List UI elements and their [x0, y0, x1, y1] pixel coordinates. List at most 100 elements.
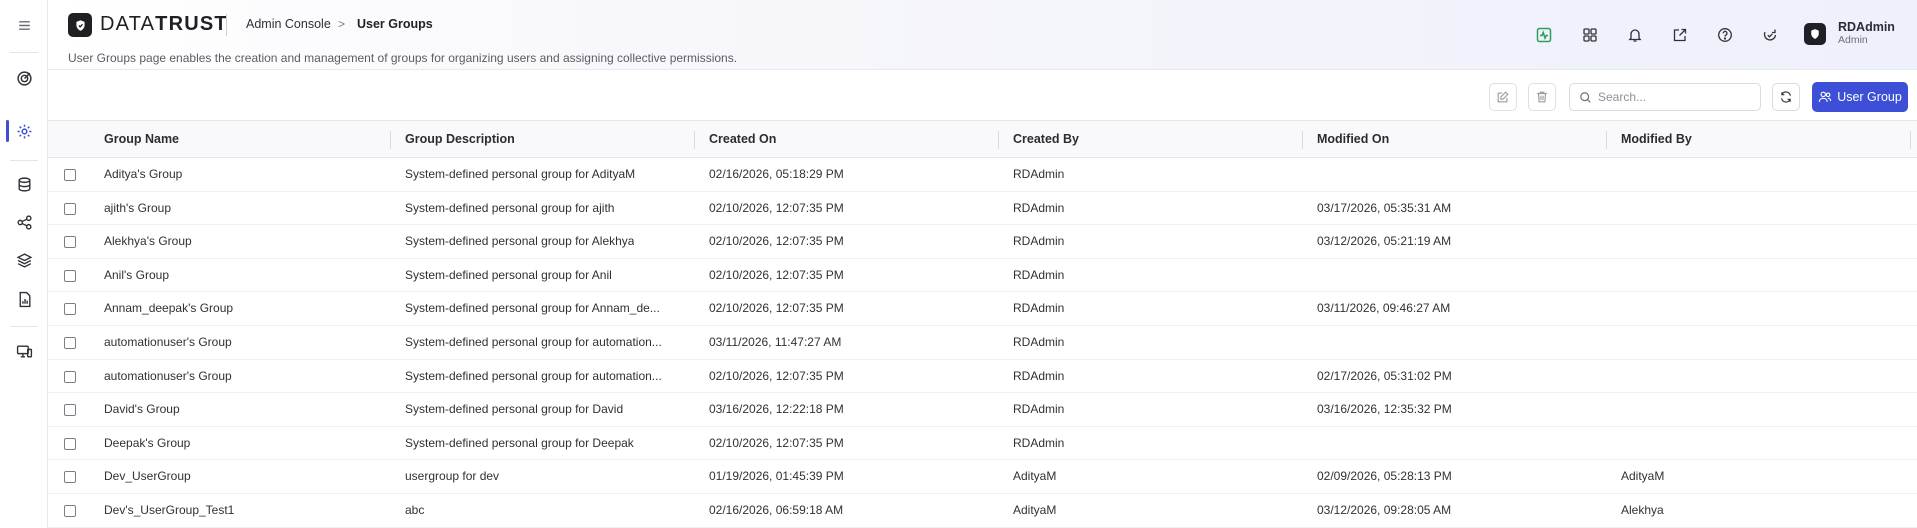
column-resize-handle[interactable]	[1606, 131, 1607, 149]
table-cell: System-defined personal group for Deepak	[405, 435, 634, 450]
table-cell: 02/16/2026, 06:59:18 AM	[709, 502, 844, 517]
row-checkbox[interactable]	[64, 336, 76, 349]
row-checkbox[interactable]	[64, 169, 76, 181]
sidebar-divider	[10, 160, 38, 161]
table-row[interactable]: automationuser's Group System-defined per…	[48, 326, 1917, 360]
column-resize-handle[interactable]	[998, 131, 999, 149]
table-cell: 02/17/2026, 05:31:02 PM	[1317, 368, 1452, 383]
column-header[interactable]: Created On	[709, 121, 776, 158]
table-cell: automationuser's Group	[104, 334, 232, 349]
row-checkbox[interactable]	[64, 437, 76, 450]
table-row[interactable]: automationuser's Group System-defined per…	[48, 360, 1917, 394]
column-header[interactable]: Created By	[1013, 121, 1079, 158]
row-checkbox[interactable]	[64, 504, 76, 517]
table-cell: abc	[405, 502, 425, 517]
column-header[interactable]: Modified By	[1621, 121, 1692, 158]
table-cell: Alekhya	[1621, 502, 1664, 517]
active-indicator	[6, 120, 9, 142]
help-icon[interactable]	[1715, 25, 1735, 45]
user-name[interactable]: RDAdmin	[1838, 20, 1895, 34]
row-checkbox[interactable]	[64, 303, 76, 316]
row-checkbox[interactable]	[64, 404, 76, 417]
column-header[interactable]: Modified On	[1317, 121, 1389, 158]
activity-icon[interactable]	[1534, 25, 1554, 45]
target-icon[interactable]	[10, 64, 38, 92]
apps-grid-icon[interactable]	[1580, 25, 1600, 45]
table-cell: 02/10/2026, 12:07:35 PM	[709, 234, 844, 249]
row-checkbox[interactable]	[64, 202, 76, 215]
table-cell: 02/10/2026, 12:07:35 PM	[709, 267, 844, 282]
column-resize-handle[interactable]	[1910, 131, 1911, 149]
bell-icon[interactable]	[1625, 25, 1645, 45]
table-cell: Dev_UserGroup	[104, 469, 191, 484]
user-role: Admin	[1838, 34, 1868, 46]
avatar[interactable]	[1804, 23, 1826, 45]
share-nodes-icon[interactable]	[10, 208, 38, 236]
table-row[interactable]: Anil's Group System-defined personal grou…	[48, 259, 1917, 293]
edit-button[interactable]	[1489, 83, 1517, 111]
search-box[interactable]	[1569, 83, 1761, 111]
logo-text-light: DATA	[100, 13, 156, 35]
user-groups-table: Group Name Group Description Created On Cre…	[48, 120, 1917, 528]
table-row[interactable]: Aditya's Group System-defined personal gr…	[48, 158, 1917, 192]
row-checkbox[interactable]	[64, 269, 76, 282]
table-cell: 02/10/2026, 12:07:35 PM	[709, 368, 844, 383]
sidebar-divider	[10, 52, 38, 53]
table-cell: Alekhya's Group	[104, 234, 192, 249]
table-cell: 03/12/2026, 05:21:19 AM	[1317, 234, 1452, 249]
table-cell: System-defined personal group for David	[405, 402, 624, 417]
table-row[interactable]: Dev's_UserGroup_Test1 abc 02/16/2026, 06:5…	[48, 494, 1917, 528]
column-resize-handle[interactable]	[390, 131, 391, 149]
table-row[interactable]: ajith's Group System-defined personal gro…	[48, 192, 1917, 226]
row-checkbox[interactable]	[64, 236, 76, 249]
table-cell: 03/16/2026, 12:22:18 PM	[709, 402, 844, 417]
table-cell: 02/10/2026, 12:07:35 PM	[709, 435, 844, 450]
table-cell: Anil's Group	[104, 267, 169, 282]
column-resize-handle[interactable]	[694, 131, 695, 149]
logo-shield-icon	[68, 13, 92, 37]
app-logo[interactable]: DATATRUST	[100, 13, 228, 36]
settings-icon[interactable]	[10, 117, 38, 145]
table-cell: RDAdmin	[1013, 435, 1065, 450]
table-cell: RDAdmin	[1013, 334, 1065, 349]
add-user-group-button[interactable]: User Group	[1812, 82, 1908, 112]
table-cell: System-defined personal group for Aditya…	[405, 167, 636, 181]
table-row[interactable]: Deepak's Group System-defined personal gr…	[48, 427, 1917, 461]
layers-icon[interactable]	[10, 246, 38, 274]
report-icon[interactable]	[10, 285, 38, 313]
table-cell: Aditya's Group	[104, 167, 183, 181]
database-icon[interactable]	[10, 170, 38, 198]
search-input[interactable]	[1598, 87, 1754, 107]
monitor-icon[interactable]	[10, 337, 38, 365]
column-resize-handle[interactable]	[1302, 131, 1303, 149]
table-cell: 03/17/2026, 05:35:31 AM	[1317, 200, 1452, 215]
menu-icon[interactable]	[10, 11, 38, 39]
delete-button[interactable]	[1528, 83, 1556, 111]
table-cell: David's Group	[104, 402, 180, 417]
add-user-group-label: User Group	[1837, 90, 1902, 104]
sidebar-divider	[10, 326, 38, 327]
sync-check-icon[interactable]	[1760, 25, 1780, 45]
table-cell: System-defined personal group for automa…	[405, 334, 662, 349]
row-checkbox[interactable]	[64, 471, 76, 484]
table-cell: AdityaM	[1013, 502, 1057, 517]
column-header[interactable]: Group Name	[104, 121, 179, 158]
column-header[interactable]: Group Description	[405, 121, 515, 158]
header-divider	[226, 14, 227, 36]
table-row[interactable]: David's Group System-defined personal gro…	[48, 393, 1917, 427]
table-cell: AdityaM	[1621, 469, 1665, 484]
top-header: DATATRUST Admin Console > User Groups Us…	[48, 0, 1917, 70]
table-row[interactable]: Annam_deepak's Group System-defined perso…	[48, 292, 1917, 326]
table-row[interactable]: Alekhya's Group System-defined personal g…	[48, 225, 1917, 259]
breadcrumb-admin-console[interactable]: Admin Console	[246, 17, 331, 31]
refresh-icon	[1781, 91, 1791, 103]
table-cell: 03/16/2026, 12:35:32 PM	[1317, 402, 1452, 417]
table-body: Aditya's Group System-defined personal gr…	[48, 158, 1917, 528]
refresh-button[interactable]	[1772, 83, 1800, 111]
table-cell: 02/16/2026, 05:18:29 PM	[709, 167, 844, 181]
breadcrumb-separator: >	[338, 17, 346, 31]
row-checkbox[interactable]	[64, 370, 76, 383]
table-row[interactable]: Dev_UserGroup usergroup for dev 01/19/2026…	[48, 460, 1917, 494]
external-link-icon[interactable]	[1670, 25, 1690, 45]
table-cell: 02/10/2026, 12:07:35 PM	[709, 301, 844, 316]
